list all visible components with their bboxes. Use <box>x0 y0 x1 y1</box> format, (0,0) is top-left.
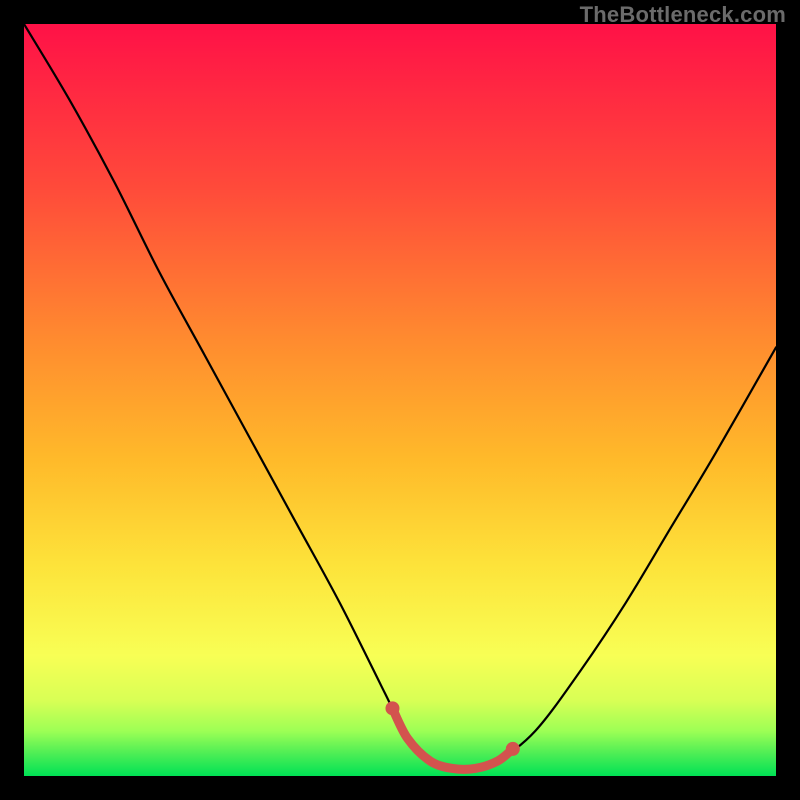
chart-frame: TheBottleneck.com <box>0 0 800 800</box>
highlight-dot-left <box>385 701 399 715</box>
highlight-dot-right <box>506 742 520 756</box>
gradient-background <box>24 24 776 776</box>
chart-svg <box>24 24 776 776</box>
plot-area <box>24 24 776 776</box>
watermark-text: TheBottleneck.com <box>580 2 786 28</box>
